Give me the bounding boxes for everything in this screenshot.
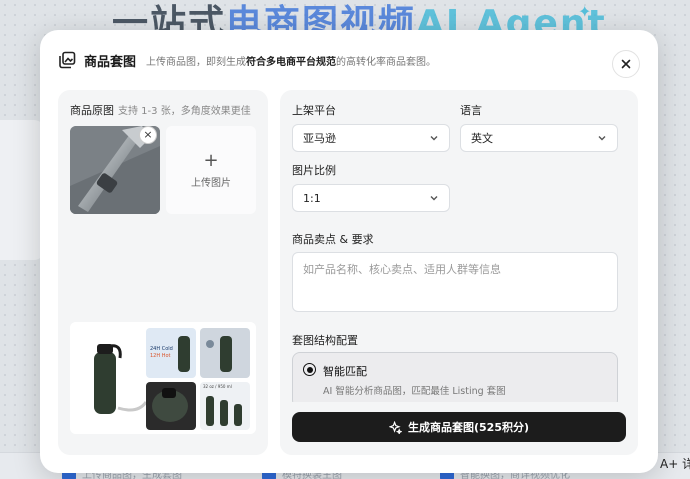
upload-image-label: 上传图片 — [191, 177, 231, 189]
modal-header: 商品套图 上传商品图，即刻生成符合多电商平台规范的高转化率商品套图。 — [58, 48, 640, 72]
chevron-down-icon — [430, 196, 438, 201]
modal-description: 上传商品图，即刻生成符合多电商平台规范的高转化率商品套图。 — [146, 53, 436, 68]
original-image-hint: 支持 1-3 张，多角度效果更佳 — [118, 106, 251, 117]
modal-title: 商品套图 — [84, 54, 137, 70]
language-value: 英文 — [471, 132, 493, 145]
smart-match-title: 智能匹配 — [323, 365, 367, 378]
sparkle-icon: ✦ — [578, 2, 592, 21]
close-button[interactable] — [612, 50, 640, 78]
tile-label-cold: 24H Cold — [150, 346, 173, 352]
desc-post: 的高转化率商品套图。 — [336, 56, 437, 68]
platform-value: 亚马逊 — [303, 132, 336, 145]
selling-points-label: 商品卖点 & 要求 — [292, 233, 374, 246]
original-image-panel: 商品原图 支持 1-3 张，多角度效果更佳 × + 上传图片 24H Cold … — [58, 90, 268, 455]
chevron-down-icon — [598, 136, 606, 141]
product-set-modal: 商品套图 上传商品图，即刻生成符合多电商平台规范的高转化率商品套图。 商品原图支… — [40, 30, 658, 473]
background-card — [0, 120, 44, 260]
platform-label: 上架平台 — [292, 104, 336, 117]
remove-image-button[interactable]: × — [139, 126, 157, 144]
close-icon — [621, 59, 631, 69]
desc-pre: 上传商品图，即刻生成 — [146, 56, 247, 68]
platform-select[interactable]: 亚马逊 — [292, 124, 450, 152]
example-result-preview: 24H Cold 12H Hot 32 oz / 950 ml — [70, 322, 256, 434]
original-image-title: 商品原图 — [70, 104, 114, 117]
generate-button-label: 生成商品套图(525积分) — [407, 421, 529, 434]
ratio-label: 图片比例 — [292, 164, 336, 177]
tile-label-size: 32 oz / 950 ml — [203, 384, 232, 389]
generate-button[interactable]: 生成商品套图(525积分) — [292, 412, 626, 442]
ratio-select[interactable]: 1:1 — [292, 184, 450, 212]
image-set-icon — [58, 51, 76, 69]
smart-match-radio[interactable] — [303, 363, 316, 376]
language-label: 语言 — [460, 104, 482, 117]
chevron-down-icon — [430, 136, 438, 141]
sparkle-icon — [388, 420, 402, 434]
settings-panel: 上架平台 亚马逊 语言 英文 图片比例 1:1 商品卖点 & 要求 套图结构配置… — [280, 90, 638, 455]
upload-image-button[interactable]: + 上传图片 — [166, 126, 256, 214]
smart-match-option[interactable]: 智能匹配 AI 智能分析商品图，匹配最佳 Listing 套图 — [292, 352, 618, 408]
smart-match-desc: AI 智能分析商品图，匹配最佳 Listing 套图 — [323, 386, 506, 397]
ratio-value: 1:1 — [303, 191, 321, 205]
background-corner-text[interactable]: A+ 详 — [660, 455, 690, 472]
plus-icon: + — [203, 149, 219, 171]
tile-label-hot: 12H Hot — [150, 353, 171, 359]
example-bottles-image: 24H Cold 12H Hot 32 oz / 950 ml — [70, 322, 256, 434]
selling-points-input[interactable] — [292, 252, 618, 312]
structure-label: 套图结构配置 — [292, 334, 358, 347]
original-image-label: 商品原图 支持 1-3 张，多角度效果更佳 — [70, 102, 251, 118]
generate-bar: 生成商品套图(525积分) — [280, 402, 638, 455]
language-select[interactable]: 英文 — [460, 124, 618, 152]
desc-bold: 符合多电商平台规范 — [246, 56, 337, 68]
